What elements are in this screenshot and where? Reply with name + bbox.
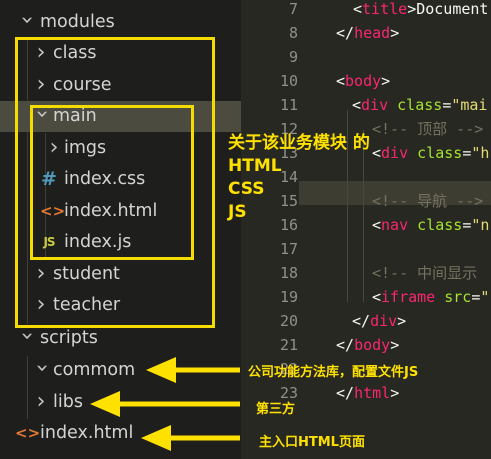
commom-arrow xyxy=(146,357,240,383)
index-arrow xyxy=(141,425,240,451)
commom-note: 公司功能方法库，配置文件JS xyxy=(248,365,419,380)
index-note: 主入口HTML页面 xyxy=(259,435,365,450)
annotation-arrows xyxy=(90,357,240,451)
libs-arrow xyxy=(90,391,240,417)
libs-note: 第三方 xyxy=(256,402,296,417)
